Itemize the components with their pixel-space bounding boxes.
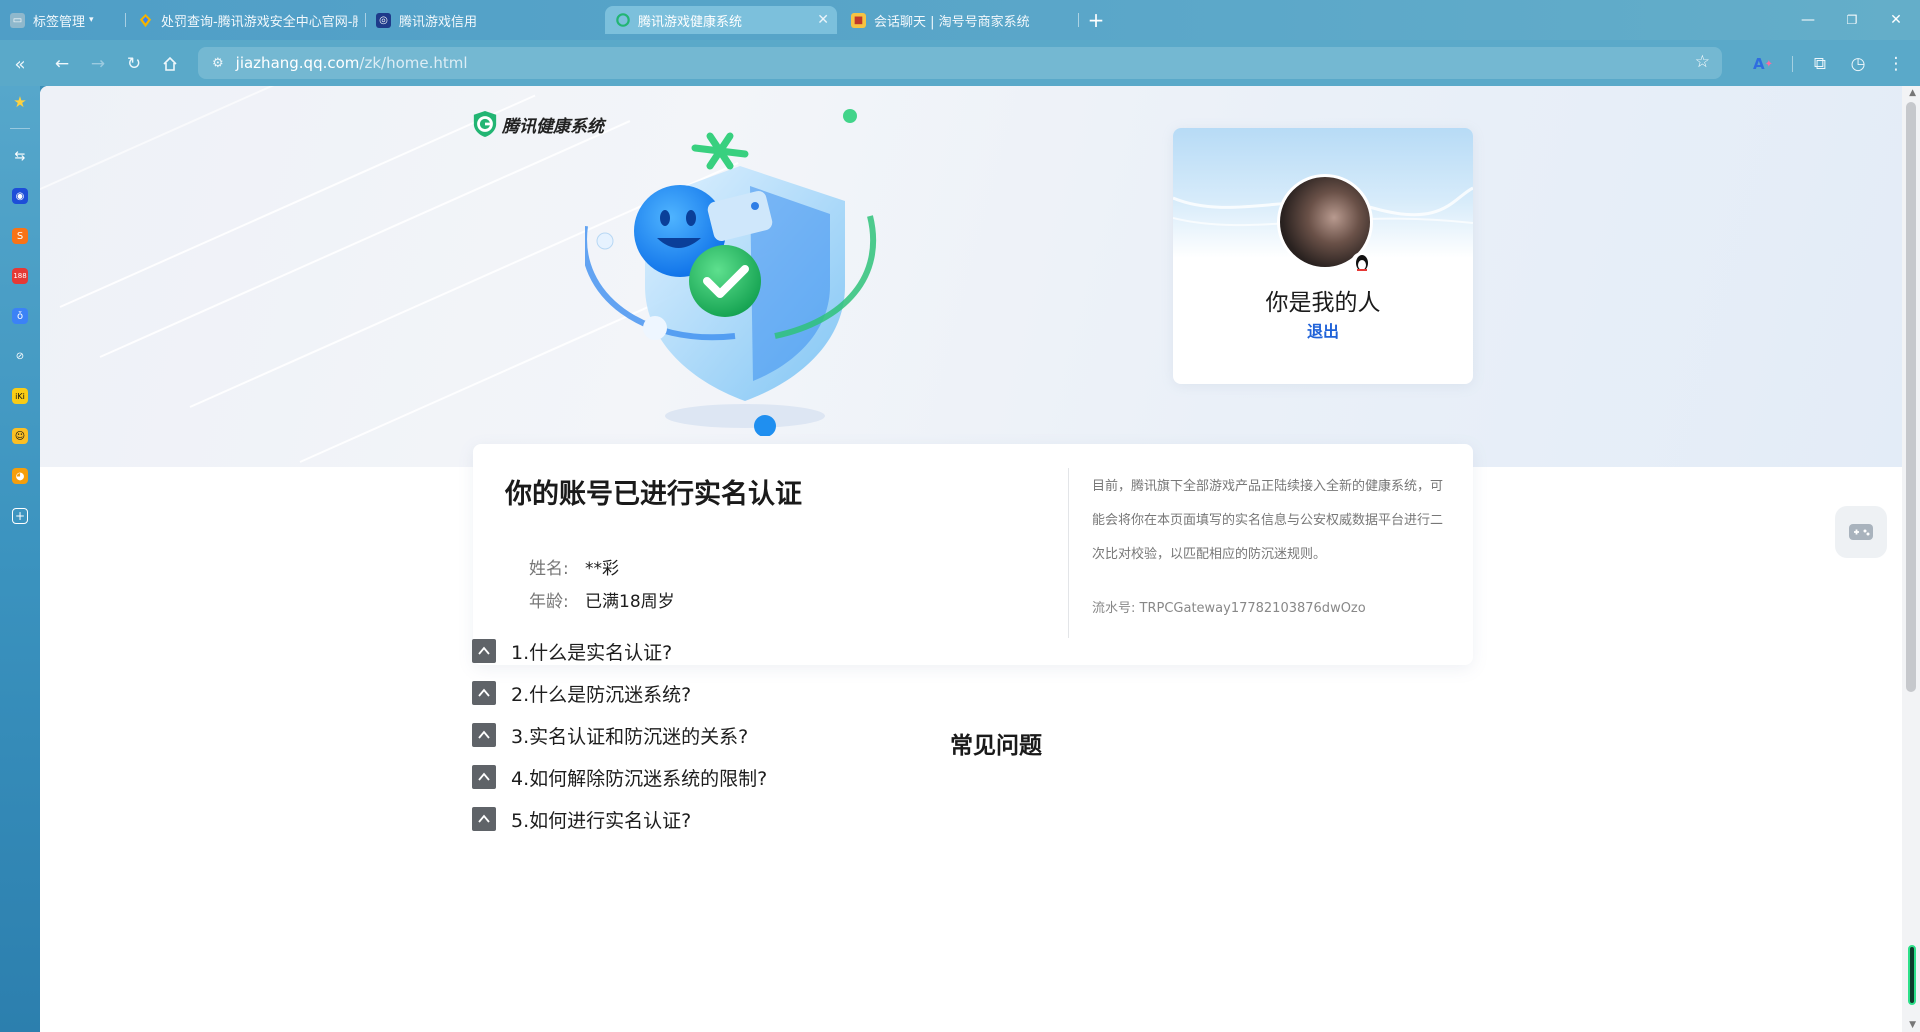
url-path: /zk/home.html [359, 54, 468, 72]
shield-logo-icon [473, 111, 497, 137]
decorative-stripe [99, 120, 631, 358]
name-label: 姓名: [529, 559, 569, 579]
site-settings-icon[interactable]: ⚙ [212, 56, 224, 71]
faq-question: 4.如何解除防沉迷系统的限制? [511, 767, 768, 790]
faq-question: 1.什么是实名认证? [511, 641, 673, 664]
bookmark-star-icon[interactable]: ☆ [1695, 52, 1710, 72]
url-host: jiazhang.qq.com [235, 54, 360, 72]
faq-question: 2.什么是防沉迷系统? [511, 683, 692, 706]
profile-nickname: 你是我的人 [1265, 290, 1381, 316]
ai-label: A [1753, 55, 1765, 73]
forward-arrow-icon[interactable]: → [86, 52, 110, 76]
tab-bar: ▭ 标签管理 ▾ 处罚查询-腾讯游戏安全中心官网-腾 ◎ 腾讯游戏信用 腾讯游戏… [0, 0, 1920, 40]
tab-label: 处罚查询-腾讯游戏安全中心官网-腾 [161, 14, 358, 30]
shield-illustration [585, 109, 877, 436]
compass-icon[interactable]: ⊘ [12, 348, 28, 364]
app-360-icon[interactable]: 188 [12, 268, 28, 284]
reload-icon[interactable]: ↻ [122, 52, 146, 76]
chevron-down-icon: ▾ [89, 15, 94, 25]
page-content: 腾讯健康系统 你是我的人 退出 你的账号已进行实名认证 姓名: **彩 年龄: … [40, 86, 1902, 1032]
video-app-icon[interactable]: iKi [12, 388, 28, 404]
new-tab-plus-icon[interactable]: + [1082, 8, 1110, 32]
faq-question: 3.实名认证和防沉迷的关系? [511, 725, 749, 748]
faq-item[interactable]: 2.什么是防沉迷系统? [472, 678, 691, 708]
extensions-icon[interactable]: ⧉ [1808, 52, 1832, 76]
name-value: **彩 [585, 559, 619, 579]
health-system-icon [615, 13, 630, 28]
faq-item[interactable]: 4.如何解除防沉迷系统的限制? [472, 762, 767, 792]
floating-gamepad-button[interactable] [1835, 506, 1887, 558]
history-icon[interactable]: ◷ [1846, 52, 1870, 76]
hero-banner [40, 86, 1902, 467]
tab-health-system[interactable]: 腾讯游戏健康系统 ✕ [605, 6, 837, 34]
tab-label: 腾讯游戏信用 [399, 14, 478, 30]
favorites-star-icon[interactable]: ★ [12, 93, 28, 111]
serial-number: 流水号: TRPCGateway17782103876dwOzo [1092, 601, 1366, 616]
cat-app-icon[interactable]: ◕ [12, 468, 28, 484]
profile-card: 你是我的人 退出 [1173, 128, 1473, 384]
card-divider [1068, 468, 1069, 638]
swap-icon[interactable]: ⇆ [12, 148, 28, 164]
decorative-stripe [59, 94, 536, 308]
close-window-icon[interactable]: ✕ [1882, 8, 1910, 32]
logout-link[interactable]: 退出 [1173, 318, 1473, 342]
chevron-up-icon[interactable] [472, 723, 496, 747]
decorative-stripe [40, 86, 366, 208]
faq-item[interactable]: 5.如何进行实名认证? [472, 804, 691, 834]
scroll-down-arrow-icon[interactable]: ▼ [1909, 1020, 1916, 1030]
tab-label: 会话聊天 | 淘号号商家系统 [874, 14, 1030, 30]
scroll-indicator [1908, 945, 1916, 1005]
faq-item[interactable]: 1.什么是实名认证? [472, 636, 672, 666]
age-value: 已满18周岁 [585, 592, 675, 612]
tab-manager[interactable]: ▭ 标签管理 ▾ [10, 6, 110, 34]
certification-note: 目前，腾讯旗下全部游戏产品正陆续接入全新的健康系统，可能会将你在本页面填写的实名… [1092, 479, 1444, 562]
game-app-icon[interactable]: ǒ [12, 308, 28, 324]
tab-separator [125, 13, 126, 27]
age-row: 年龄: 已满18周岁 [529, 587, 675, 612]
chat-icon: ■ [851, 12, 866, 28]
certification-title: 你的账号已进行实名认证 [505, 479, 802, 510]
browser-app-icon[interactable]: ◉ [12, 188, 28, 204]
tab-label: 标签管理 [33, 14, 86, 30]
tab-game-credit[interactable]: ◎ 腾讯游戏信用 [376, 6, 576, 34]
navigation-bar: « ← → ↻ ⚙ jiazhang.qq.com/zk/home.html ☆… [0, 40, 1920, 86]
tab-chat[interactable]: ■ 会话聊天 | 淘号号商家系统 [851, 6, 1071, 34]
gamepad-icon [1849, 524, 1873, 540]
tab-manager-icon: ▭ [10, 12, 25, 28]
weibo-app-icon[interactable]: S [12, 228, 28, 244]
toolbar-separator [1792, 56, 1793, 72]
age-label: 年龄: [529, 592, 569, 612]
close-icon[interactable]: ✕ [817, 12, 829, 28]
tab-penalty-query[interactable]: 处罚查询-腾讯游戏安全中心官网-腾 [138, 6, 358, 34]
chevron-up-icon[interactable] [472, 807, 496, 831]
tab-separator [365, 13, 366, 27]
chevron-up-icon[interactable] [472, 765, 496, 789]
tab-label: 腾讯游戏健康系统 [638, 14, 743, 30]
browser-sidebar: ★ ⇆ ◉ S 188 ǒ ⊘ iKi ☺ ◕ + [0, 86, 40, 1032]
menu-icon[interactable]: ⋮ [1884, 52, 1908, 76]
chevron-up-icon[interactable] [472, 639, 496, 663]
ai-assistant-icon[interactable]: A ✦ [1748, 52, 1778, 76]
qq-penguin-icon [1351, 252, 1373, 274]
certification-card: 你的账号已进行实名认证 姓名: **彩 年龄: 已满18周岁 目前，腾讯旗下全部… [473, 444, 1473, 665]
mascot-app-icon[interactable]: ☺ [12, 428, 28, 444]
faq-heading: 常见问题 [950, 733, 1042, 759]
faq-question: 5.如何进行实名认证? [511, 809, 692, 832]
minimize-icon[interactable]: — [1794, 8, 1822, 32]
collapse-sidebar-icon[interactable]: « [8, 52, 32, 76]
tab-separator [1078, 13, 1079, 27]
tencent-security-icon [138, 13, 153, 28]
faq-item[interactable]: 3.实名认证和防沉迷的关系? [472, 720, 748, 750]
name-row: 姓名: **彩 [529, 554, 619, 579]
home-icon[interactable] [158, 52, 182, 76]
scrollbar-thumb[interactable] [1906, 102, 1916, 692]
back-arrow-icon[interactable]: ← [50, 52, 74, 76]
game-credit-icon: ◎ [376, 12, 391, 28]
chevron-up-icon[interactable] [472, 681, 496, 705]
scroll-up-arrow-icon[interactable]: ▲ [1909, 88, 1916, 98]
address-bar[interactable]: ⚙ jiazhang.qq.com/zk/home.html ☆ [198, 47, 1722, 79]
add-app-icon[interactable]: + [12, 508, 28, 524]
restore-icon[interactable]: ❐ [1838, 8, 1866, 32]
sidebar-divider [10, 128, 30, 129]
